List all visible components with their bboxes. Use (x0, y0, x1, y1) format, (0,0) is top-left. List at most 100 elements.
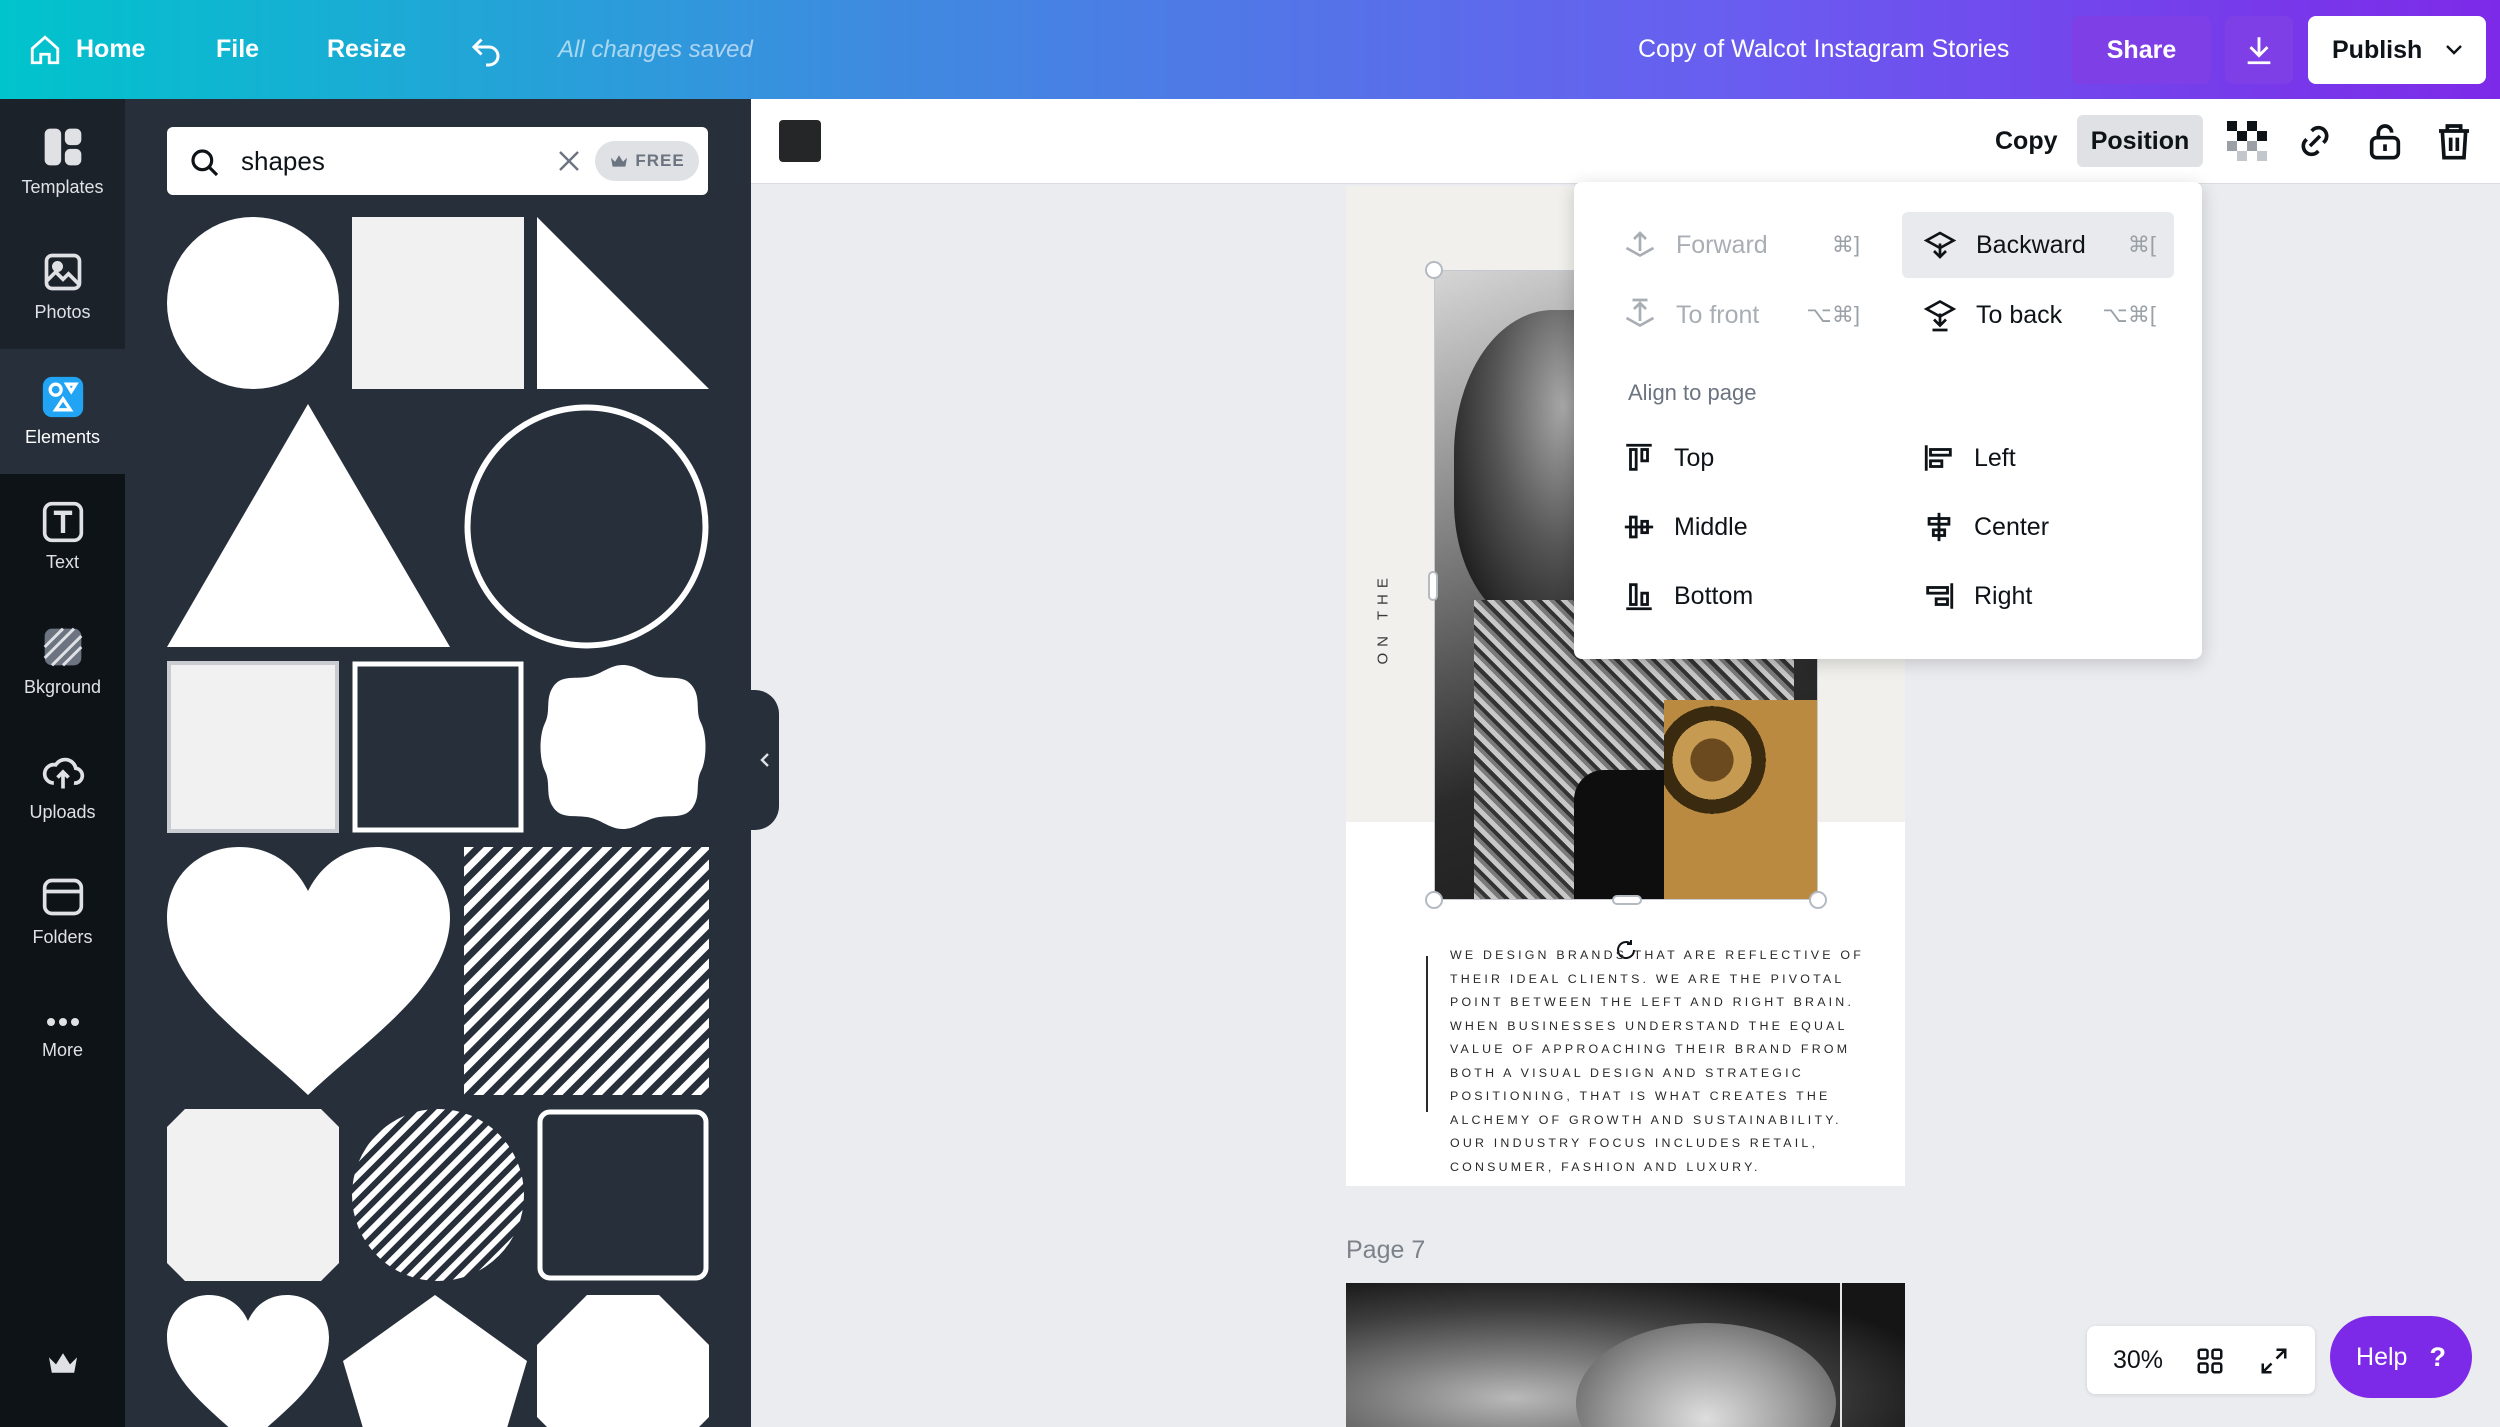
free-filter-badge[interactable]: FREE (595, 141, 699, 181)
close-icon[interactable] (557, 149, 581, 173)
resize-button[interactable]: Resize (327, 0, 406, 99)
transparency-icon[interactable] (2227, 121, 2267, 161)
menu-label: Right (1974, 581, 2033, 610)
file-label: File (216, 35, 260, 63)
shape-rounded-square-outline[interactable] (537, 1109, 709, 1281)
rail-item-elements[interactable]: Elements (0, 349, 125, 474)
shape-heart[interactable] (167, 847, 450, 1095)
search-box[interactable]: FREE (167, 127, 708, 195)
home-button[interactable]: Home (28, 0, 145, 99)
lock-icon[interactable] (2365, 121, 2405, 161)
trash-icon[interactable] (2434, 121, 2474, 161)
menu-label: Center (1974, 512, 2050, 541)
file-menu-button[interactable]: File (216, 0, 259, 99)
position-button[interactable]: Position (2077, 115, 2203, 167)
more-icon (46, 1018, 79, 1026)
rail-item-more[interactable]: More (0, 974, 125, 1099)
link-icon[interactable] (2295, 121, 2335, 161)
shape-right-triangle[interactable] (537, 217, 709, 389)
menu-shortcut: ⌘[ (2127, 232, 2156, 257)
resize-handle-top-left[interactable] (1425, 261, 1443, 279)
search-icon (191, 149, 219, 177)
resize-handle-bottom-right[interactable] (1809, 891, 1827, 909)
zoom-level[interactable]: 30% (2113, 1346, 2163, 1375)
share-label: Share (2106, 35, 2177, 64)
resize-handle-bottom-left[interactable] (1425, 891, 1443, 909)
undo-button[interactable] (468, 0, 504, 99)
page-7-divider-line (1840, 1283, 1842, 1427)
copy-label: Copy (1995, 126, 2058, 155)
rail-item-folders[interactable]: Folders (0, 849, 125, 974)
rail-item-text[interactable]: Text (0, 474, 125, 599)
shape-octagon-soft[interactable] (167, 1109, 339, 1281)
menu-item-align-left[interactable]: Left (1922, 425, 2174, 491)
left-rail: Templates Photos Elements Text Bkground … (0, 99, 125, 1427)
rail-label: Photos (34, 302, 91, 322)
shape-striped-square[interactable] (464, 847, 709, 1095)
text-rule-line (1426, 956, 1428, 1112)
menu-label: Forward (1676, 230, 1768, 259)
top-bar: Home File Resize All changes saved Copy … (0, 0, 2500, 99)
resize-label: Resize (327, 35, 407, 63)
shape-pentagon[interactable] (343, 1295, 527, 1427)
menu-shortcut: ⌘] (1831, 232, 1860, 257)
rail-item-uploads[interactable]: Uploads (0, 724, 125, 849)
layer-forward-icon (1625, 231, 1655, 258)
shape-heart-small[interactable] (167, 1295, 329, 1427)
shape-triangle[interactable] (167, 404, 450, 647)
vertical-text[interactable]: ON THE (1375, 572, 1392, 664)
menu-item-align-middle[interactable]: Middle (1622, 494, 1878, 560)
shape-scalloped-badge[interactable] (537, 661, 709, 833)
document-title[interactable]: Copy of Walcot Instagram Stories (1638, 0, 2009, 99)
page-7-photo-highlight (1576, 1323, 1836, 1427)
rail-item-photos[interactable]: Photos (0, 224, 125, 349)
design-page-7[interactable] (1346, 1283, 1905, 1427)
publish-button[interactable]: Publish (2308, 16, 2486, 84)
home-label: Home (76, 35, 146, 63)
resize-handle-left[interactable] (1428, 571, 1438, 601)
shape-striped-circle[interactable] (352, 1109, 524, 1281)
menu-item-to-back[interactable]: To back ⌥⌘[ (1902, 282, 2174, 348)
menu-item-align-center[interactable]: Center (1922, 494, 2174, 560)
align-middle-icon (1624, 515, 1654, 539)
elements-icon (42, 376, 83, 418)
shape-octagon[interactable] (537, 1295, 709, 1427)
home-icon (30, 34, 60, 64)
chevron-down-icon (2446, 45, 2462, 55)
shape-square[interactable] (352, 217, 524, 389)
menu-item-align-right[interactable]: Right (1922, 563, 2174, 629)
menu-item-forward[interactable]: Forward ⌘] (1622, 212, 1878, 278)
copy-button[interactable]: Copy (1977, 115, 2076, 167)
shape-square-bordered[interactable] (167, 661, 339, 833)
search-input[interactable] (241, 127, 481, 195)
rail-item-templates[interactable]: Templates (0, 99, 125, 224)
layer-backward-icon (1923, 231, 1957, 259)
grid-view-icon[interactable] (2195, 1346, 2225, 1376)
rail-label: Folders (32, 927, 93, 947)
resize-handle-bottom[interactable] (1612, 895, 1642, 905)
align-top-icon (1626, 443, 1652, 471)
fullscreen-icon[interactable] (2259, 1346, 2289, 1376)
position-menu: Forward ⌘] Backward ⌘[ To front ⌥⌘] To b… (1574, 182, 2202, 659)
shape-square-outline[interactable] (352, 661, 524, 833)
menu-label: Bottom (1674, 581, 1754, 610)
editor-toolbar: Copy Position (751, 99, 2500, 184)
shape-circle-outline[interactable] (464, 404, 709, 649)
shape-circle[interactable] (167, 217, 339, 389)
download-button[interactable] (2225, 16, 2293, 84)
panel-collapse-tab[interactable] (751, 690, 779, 830)
menu-item-backward[interactable]: Backward ⌘[ (1902, 212, 2174, 278)
share-button[interactable]: Share (2072, 16, 2211, 84)
rail-item-background[interactable]: Bkground (0, 599, 125, 724)
body-text[interactable]: WE DESIGN BRANDS THAT ARE REFLECTIVE OF … (1450, 944, 1880, 1179)
chevron-left-icon (760, 753, 769, 767)
menu-item-align-top[interactable]: Top (1622, 425, 1878, 491)
crown-icon (611, 155, 628, 167)
crown-icon[interactable] (46, 1349, 80, 1377)
menu-item-align-bottom[interactable]: Bottom (1622, 563, 1878, 629)
rail-label: Elements (24, 427, 101, 447)
layer-to-back-icon (1923, 299, 1957, 332)
help-button[interactable]: Help ? (2330, 1316, 2472, 1398)
menu-item-to-front[interactable]: To front ⌥⌘] (1622, 282, 1878, 348)
color-swatch[interactable] (779, 120, 821, 162)
